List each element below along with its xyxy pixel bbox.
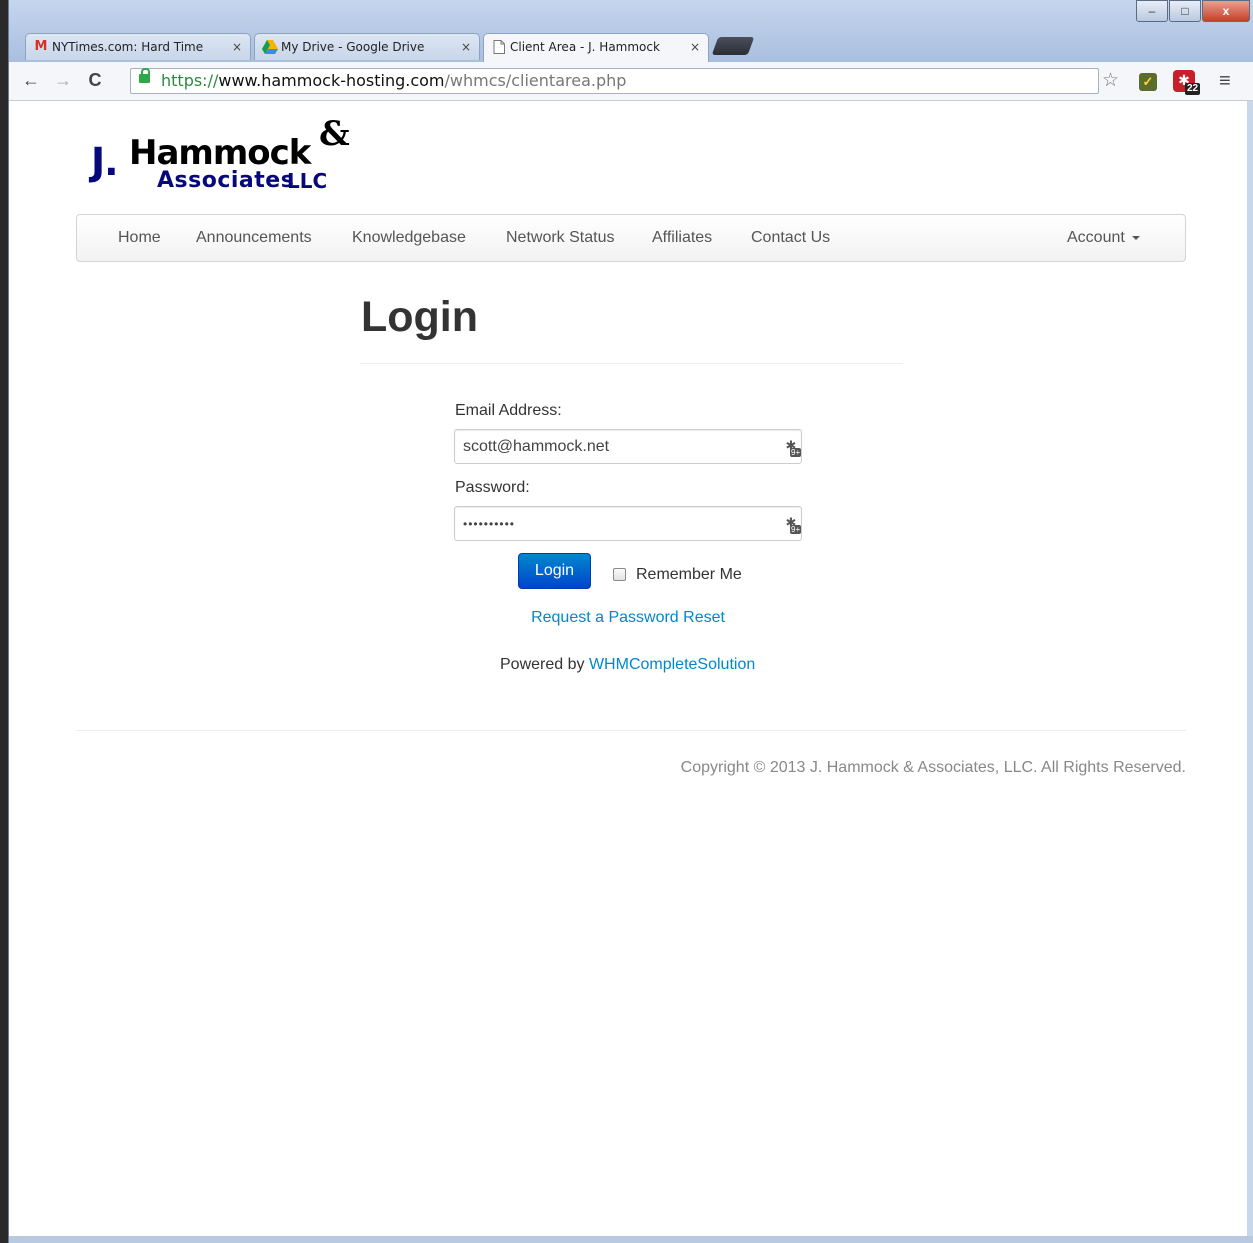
divider xyxy=(360,363,903,364)
copyright-text: Copyright © 2013 J. Hammock & Associates… xyxy=(680,759,1186,776)
main-navbar: Home Announcements Knowledgebase Network… xyxy=(76,214,1186,262)
tab-google-drive[interactable]: My Drive - Google Drive × xyxy=(254,33,480,60)
remember-me-checkbox[interactable] xyxy=(613,568,626,581)
nav-affiliates[interactable]: Affiliates xyxy=(652,229,712,247)
url-scheme: https:// xyxy=(161,71,219,90)
tab-title: Client Area - J. Hammock xyxy=(510,40,660,54)
logo-j: J. xyxy=(91,140,119,184)
email-field[interactable] xyxy=(454,429,802,464)
tab-close-icon[interactable]: × xyxy=(690,40,700,54)
tab-title: NYTimes.com: Hard Time xyxy=(52,40,204,54)
powered-by-text: Powered by xyxy=(500,656,585,673)
gmail-icon: M xyxy=(34,39,48,54)
back-arrow-icon[interactable]: ← xyxy=(21,70,41,90)
url-path: /whmcs/clientarea.php xyxy=(444,71,627,90)
nav-home[interactable]: Home xyxy=(118,229,161,247)
tab-close-icon[interactable]: × xyxy=(461,40,471,54)
tab-client-area[interactable]: Client Area - J. Hammock × xyxy=(483,33,709,62)
logo-associates: Associates xyxy=(157,168,295,193)
reset-link-row: Request a Password Reset xyxy=(9,609,1247,627)
logo-llc: LLC xyxy=(287,169,328,193)
nav-knowledgebase[interactable]: Knowledgebase xyxy=(352,229,466,247)
email-label: Email Address: xyxy=(455,402,562,419)
tab-title: My Drive - Google Drive xyxy=(281,40,425,54)
whmcs-link[interactable]: WHMCompleteSolution xyxy=(589,656,755,673)
site-logo[interactable]: J. Hammock & Associates LLC xyxy=(91,114,371,194)
new-tab-button[interactable] xyxy=(711,37,755,55)
google-drive-icon xyxy=(262,40,278,54)
lock-icon xyxy=(139,68,150,83)
forward-arrow-icon[interactable]: → xyxy=(53,70,73,90)
password-reset-link[interactable]: Request a Password Reset xyxy=(531,609,725,626)
minimize-button[interactable]: – xyxy=(1136,0,1168,22)
logo-ampersand: & xyxy=(319,114,350,154)
page-title: Login xyxy=(361,293,479,341)
extension-badge: 22 xyxy=(1185,83,1201,95)
browser-window: M NYTimes.com: Hard Time × My Drive - Go… xyxy=(8,0,1253,1243)
maximize-button[interactable]: □ xyxy=(1169,0,1201,22)
chrome-menu-icon[interactable]: ≡ xyxy=(1219,70,1231,93)
url-host: www.hammock-hosting.com xyxy=(218,71,445,90)
extension-icon[interactable]: ✓ xyxy=(1139,73,1157,91)
tab-nytimes[interactable]: M NYTimes.com: Hard Time × xyxy=(25,33,251,60)
page-viewport: J. Hammock & Associates LLC Home Announc… xyxy=(9,101,1247,1236)
remember-me-label[interactable]: Remember Me xyxy=(636,566,742,584)
browser-toolbar: ← → C https://www.hammock-hosting.com/wh… xyxy=(9,62,1253,101)
login-button[interactable]: Login xyxy=(518,553,591,589)
password-manager-badge: 9+ xyxy=(790,448,802,457)
nav-account-dropdown[interactable]: Account xyxy=(1067,229,1140,247)
account-label: Account xyxy=(1067,229,1125,246)
page-icon xyxy=(491,40,507,54)
powered-by: Powered by WHMCompleteSolution xyxy=(500,656,755,674)
window-controls: – □ x xyxy=(1135,0,1250,22)
logo-name: Hammock xyxy=(129,133,311,173)
tab-close-icon[interactable]: × xyxy=(232,40,242,54)
footer-divider xyxy=(76,730,1186,731)
window-bottom-frame xyxy=(9,1236,1253,1243)
nav-contact-us[interactable]: Contact Us xyxy=(751,229,830,247)
password-manager-badge: 9+ xyxy=(790,525,802,534)
close-window-button[interactable]: x xyxy=(1202,0,1250,22)
password-label: Password: xyxy=(455,479,530,496)
caret-down-icon xyxy=(1131,235,1140,240)
nav-announcements[interactable]: Announcements xyxy=(196,229,312,247)
password-field[interactable] xyxy=(454,506,802,541)
nav-network-status[interactable]: Network Status xyxy=(506,229,614,247)
address-bar[interactable]: https://www.hammock-hosting.com/whmcs/cl… xyxy=(130,68,1099,94)
bookmark-star-icon[interactable]: ☆ xyxy=(1102,69,1119,92)
tab-strip: M NYTimes.com: Hard Time × My Drive - Go… xyxy=(9,0,1253,62)
reload-icon[interactable]: C xyxy=(85,70,105,90)
